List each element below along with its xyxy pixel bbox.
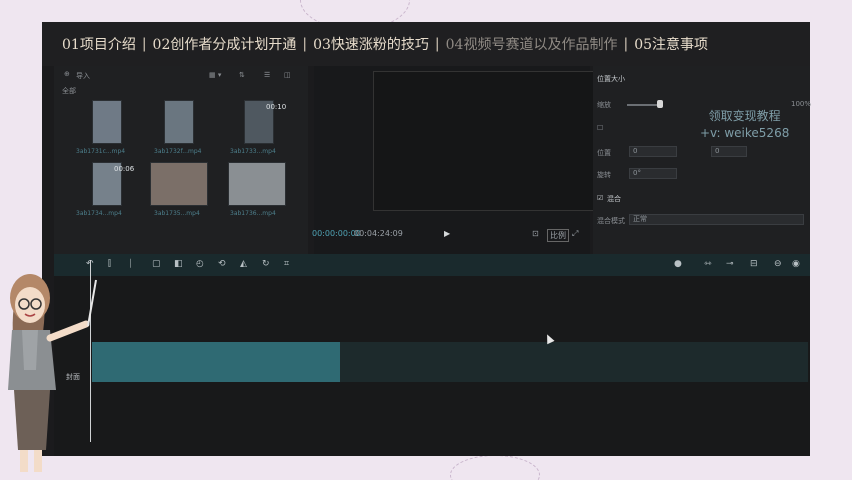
uniform-scale-toggle[interactable]: ☐	[597, 124, 603, 132]
add-icon[interactable]: ⊕	[64, 70, 70, 78]
separator: |	[302, 36, 308, 52]
select-icon[interactable]: ◫	[284, 71, 291, 79]
import-label[interactable]: 导入	[76, 71, 90, 81]
media-section-label: 全部	[62, 87, 76, 95]
grid-view-icon[interactable]: ▦ ▾	[209, 71, 221, 79]
blend-mode-select[interactable]: 正常	[629, 214, 804, 225]
preview-viewer[interactable]	[373, 71, 606, 211]
zoom-out-icon[interactable]: ⊖	[774, 259, 782, 269]
media-panel: ⊕ 导入 ▦ ▾ ⇅ ☰ ◫ 全部 3ab1731c...mp4 3ab1732…	[54, 66, 308, 262]
track-empty-area	[340, 342, 808, 382]
background-decoration	[450, 455, 540, 480]
watermark-line-1: 领取变现教程	[708, 109, 781, 123]
freeze-icon[interactable]: ◧	[174, 259, 183, 269]
blend-mode-label: 混合模式	[597, 217, 625, 225]
position-label: 位置	[597, 149, 611, 157]
preview-panel: 00:00:00:00 00:04:24:09 ▶ ⊡ 比例 ⤢	[312, 66, 606, 262]
rotate-input[interactable]: 0°	[629, 168, 677, 179]
split-left-icon[interactable]: ⎸	[130, 259, 139, 269]
media-duration: 00:06	[114, 165, 135, 173]
separator: |	[623, 36, 629, 52]
course-item-4[interactable]: 04视频号赛道以及作品制作	[446, 34, 618, 54]
play-icon[interactable]: ▶	[444, 229, 450, 238]
blend-label: 混合	[607, 195, 621, 203]
blend-checkbox[interactable]: ☑	[597, 194, 603, 202]
position-y-input[interactable]: 0	[711, 146, 747, 157]
media-caption: 3ab1732f...mp4	[154, 148, 202, 155]
fullscreen-icon[interactable]: ⤢	[572, 229, 578, 239]
rotate-label: 旋转	[597, 171, 611, 179]
scale-slider-knob[interactable]	[657, 100, 663, 108]
reverse-icon[interactable]: ⟲	[218, 259, 226, 269]
course-item-2[interactable]: 02创作者分成计划开通	[153, 34, 297, 54]
total-time: 00:04:24:09	[354, 229, 403, 238]
microphone-icon[interactable]: ●	[674, 259, 682, 269]
snap-icon[interactable]: ⊸	[726, 259, 734, 269]
media-caption: 3ab1735...mp4	[154, 210, 200, 217]
delete-icon[interactable]: ▢	[152, 259, 161, 269]
zoom-slider-icon[interactable]: ◉	[792, 259, 800, 269]
fit-icon[interactable]: ⊡	[532, 229, 539, 238]
media-caption: 3ab1734...mp4	[76, 210, 122, 217]
properties-panel: 位置大小 缩放 100% ☐ 位置 0 0 旋转 0° ☑ 混合 混合模式 正常	[593, 66, 812, 262]
scale-value: 100%	[791, 100, 812, 108]
course-item-1[interactable]: 01项目介绍	[62, 34, 136, 54]
media-duration: 00:10	[266, 103, 287, 111]
position-x-input[interactable]: 0	[629, 146, 677, 157]
separator: |	[434, 36, 440, 52]
speed-icon[interactable]: ◴	[196, 259, 204, 269]
watermark: 领取变现教程 +v: weike5268	[700, 108, 789, 142]
course-item-5[interactable]: 05注意事项	[634, 34, 708, 54]
crop-icon[interactable]: ⌗	[284, 259, 289, 269]
media-caption: 3ab1731c...mp4	[76, 148, 126, 155]
course-item-3[interactable]: 03快速涨粉的技巧	[313, 34, 429, 54]
filter-icon[interactable]: ☰	[264, 71, 270, 79]
media-thumbnail[interactable]	[150, 162, 208, 206]
mirror-icon[interactable]: ◭	[240, 259, 247, 269]
scale-slider-track[interactable]	[627, 104, 659, 106]
media-caption: 3ab1733...mp4	[230, 148, 276, 155]
teacher-cartoon-illustration	[8, 274, 97, 472]
section-title: 位置大小	[597, 75, 625, 83]
link-icon[interactable]: ⇿	[704, 259, 712, 269]
media-thumbnail[interactable]	[228, 162, 286, 206]
ratio-button[interactable]: 比例	[547, 229, 569, 242]
media-caption: 3ab1736...mp4	[230, 210, 276, 217]
editor-window: 01项目介绍 | 02创作者分成计划开通 | 03快速涨粉的技巧 | 04视频号…	[42, 22, 812, 456]
rotate-icon[interactable]: ↻	[262, 259, 270, 269]
scale-label: 缩放	[597, 101, 611, 109]
course-menu-bar: 01项目介绍 | 02创作者分成计划开通 | 03快速涨粉的技巧 | 04视频号…	[42, 22, 810, 66]
media-thumbnail[interactable]	[164, 100, 194, 144]
watermark-line-2: +v: weike5268	[700, 126, 790, 140]
separator: |	[141, 36, 147, 52]
timeline-toolbar: ↶ ⫿ ⎸ ▢ ◧ ◴ ⟲ ◭ ↻ ⌗ ● ⇿ ⊸ ⊟ ⊖ ◉	[54, 254, 810, 276]
media-thumbnail[interactable]	[92, 100, 122, 144]
video-clip[interactable]	[92, 342, 340, 382]
preview-axis-icon[interactable]: ⊟	[750, 259, 758, 269]
sort-icon[interactable]: ⇅	[239, 71, 245, 79]
